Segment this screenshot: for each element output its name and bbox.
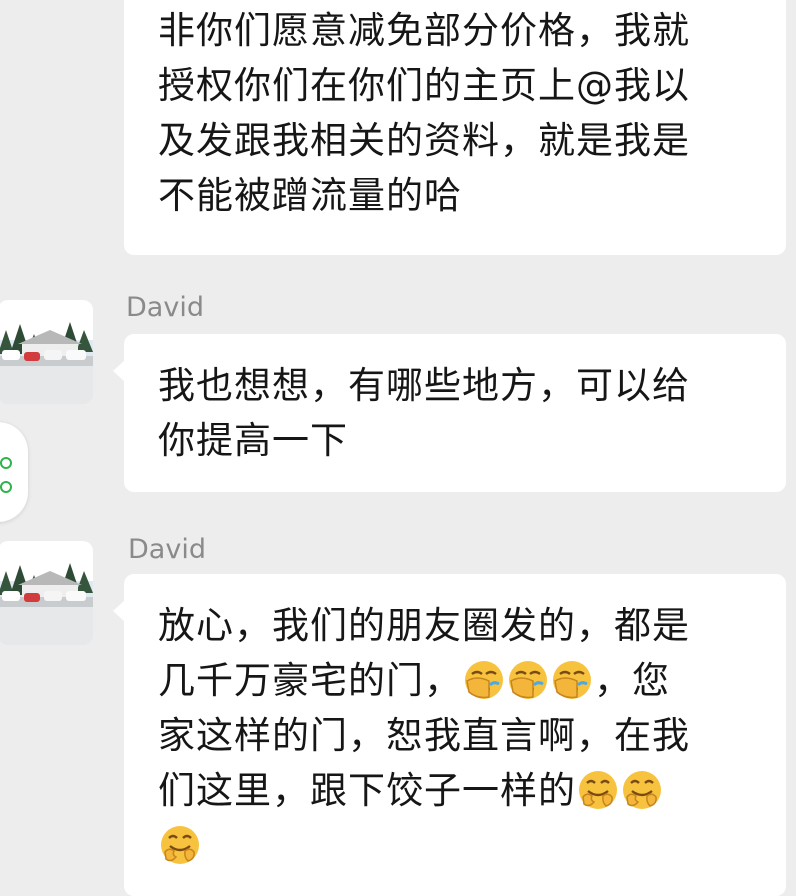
floating-widget[interactable] (0, 422, 28, 522)
message-text: 几千万豪宅的门， (158, 659, 462, 702)
message-bubble[interactable]: 非你们愿意减免部分价格，我就 授权你们在你们的主页上@我以 及发跟我相关的资料，… (124, 0, 786, 255)
bubble-tail (113, 360, 125, 382)
awkward-emoji-icon (577, 769, 619, 811)
bubble-tail (113, 600, 125, 622)
widget-dot-icon (0, 481, 12, 493)
message-line (158, 818, 762, 873)
message-line: 放心，我们的朋友圈发的，都是 (158, 604, 690, 647)
facepalm-emoji-icon (551, 659, 593, 701)
facepalm-emoji-icon (507, 659, 549, 701)
message-text: ，您 (594, 659, 670, 702)
message-text: 们这里，跟下饺子一样的 (158, 769, 576, 812)
avatar[interactable] (0, 300, 93, 404)
message-line: 家这样的门，恕我直言啊，在我 (158, 714, 690, 757)
awkward-emoji-icon (159, 824, 201, 866)
widget-dot-icon (0, 457, 12, 469)
avatar-photo (0, 541, 93, 645)
message-line: 我也想想，有哪些地方，可以给 (158, 364, 690, 407)
avatar[interactable] (0, 541, 93, 645)
message-line: 不能被蹭流量的哈 (158, 174, 462, 217)
facepalm-emoji-icon (463, 659, 505, 701)
message-bubble[interactable]: 我也想想，有哪些地方，可以给 你提高一下 (113, 334, 786, 492)
message-line: 你提高一下 (158, 419, 348, 462)
message-line: 非你们愿意减免部分价格，我就 (158, 9, 690, 52)
message-line: 几千万豪宅的门， ，您 (158, 653, 762, 708)
sender-name: David (128, 534, 206, 565)
avatar-photo (0, 300, 93, 404)
awkward-emoji-icon (621, 769, 663, 811)
message-line: 及发跟我相关的资料，就是我是 (158, 119, 690, 162)
message-line: 授权你们在你们的主页上@我以 (158, 64, 690, 107)
message-line: 们这里，跟下饺子一样的 (158, 763, 762, 818)
sender-name: David (126, 292, 204, 323)
message-bubble[interactable]: 放心，我们的朋友圈发的，都是 几千万豪宅的门， ，您 家这样的门，恕我直言啊，在我… (113, 574, 786, 896)
